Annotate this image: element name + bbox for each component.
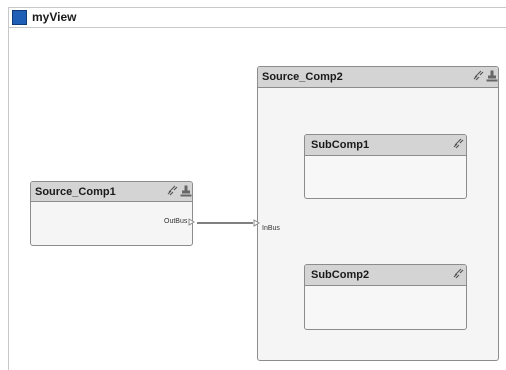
component-title: Source_Comp1 [35, 186, 116, 198]
component-title: Source_Comp2 [262, 71, 343, 83]
component-header[interactable]: Source_Comp1 [31, 182, 192, 202]
link-icon[interactable] [472, 70, 484, 82]
link-icon[interactable] [452, 138, 464, 150]
component-header[interactable]: SubComp2 [305, 265, 466, 286]
component-header[interactable]: Source_Comp2 [258, 67, 498, 88]
component-source-comp2[interactable]: Source_Comp2 InBus SubComp1 SubComp2 [253, 66, 499, 361]
component-subcomp2[interactable]: SubComp2 [304, 264, 467, 330]
component-header[interactable]: SubComp1 [305, 135, 466, 156]
component-title: SubComp1 [311, 139, 370, 151]
architecture-canvas[interactable]: myView Source_Comp1 OutBus Source_Comp2 [0, 0, 506, 370]
view-tab[interactable]: myView [8, 7, 506, 28]
component-subcomp1[interactable]: SubComp1 [304, 134, 467, 199]
port-label-outbus: OutBus [164, 218, 188, 225]
view-title: myView [32, 10, 77, 24]
port-label-inbus: InBus [262, 225, 280, 232]
out-port-icon[interactable] [188, 218, 196, 226]
in-port-icon[interactable] [253, 219, 261, 227]
view-icon [12, 10, 27, 25]
component-title: SubComp2 [311, 269, 370, 281]
component-source-comp1[interactable]: Source_Comp1 OutBus [30, 181, 196, 246]
canvas-left-border [8, 28, 9, 370]
stamp-icon[interactable] [180, 185, 192, 197]
link-icon[interactable] [452, 268, 464, 280]
link-icon[interactable] [166, 185, 178, 197]
stamp-icon[interactable] [486, 70, 498, 82]
